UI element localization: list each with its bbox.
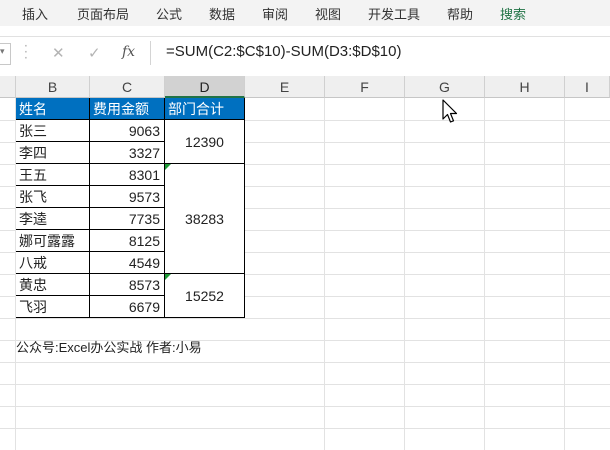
gridline	[0, 406, 610, 407]
gridline	[0, 384, 610, 385]
name-box-edge[interactable]: ▾	[0, 43, 11, 65]
header-name[interactable]: 姓名	[16, 98, 90, 120]
tab-data[interactable]: 数据	[209, 4, 235, 23]
column-header-i[interactable]: I	[565, 76, 610, 98]
column-header-stub[interactable]	[0, 76, 16, 98]
cell-dept-total[interactable]: 15252	[165, 274, 245, 318]
cell-amount[interactable]: 3327	[90, 142, 165, 164]
error-indicator-icon[interactable]	[165, 274, 171, 280]
dropdown-arrow-icon[interactable]: ▾	[0, 47, 5, 57]
tab-search[interactable]: 搜索	[500, 4, 526, 23]
tab-page-layout[interactable]: 页面布局	[77, 4, 129, 23]
insert-function-icon[interactable]: fx	[122, 44, 135, 60]
data-table: 姓名 费用金额 部门合计 张三 李四 王五 张飞 李逵 娜可露露 八戒 黄忠 飞…	[0, 98, 245, 319]
cancel-icon[interactable]: ✕	[52, 44, 65, 62]
confirm-icon[interactable]: ✓	[88, 44, 101, 62]
tab-insert[interactable]: 插入	[22, 4, 48, 23]
column-header-f[interactable]: F	[325, 76, 405, 98]
gridline	[0, 362, 610, 363]
column-header-g[interactable]: G	[405, 76, 485, 98]
cell-amount[interactable]: 6679	[90, 296, 165, 318]
formula-bar-divider	[150, 41, 151, 65]
cell-name[interactable]: 王五	[16, 164, 90, 186]
cell-name[interactable]: 张三	[16, 120, 90, 142]
cell-name[interactable]: 黄忠	[16, 274, 90, 296]
cell-name[interactable]: 张飞	[16, 186, 90, 208]
cell-amount[interactable]: 9573	[90, 186, 165, 208]
cell-dept-total[interactable]: 12390	[165, 120, 245, 164]
cell-name[interactable]: 李逵	[16, 208, 90, 230]
column-header-b[interactable]: B	[16, 76, 90, 98]
tab-help[interactable]: 帮助	[447, 4, 473, 23]
column-header-d[interactable]: D	[165, 76, 245, 98]
error-indicator-icon[interactable]	[165, 164, 171, 170]
column-header-h[interactable]: H	[485, 76, 565, 98]
cell-dept-total[interactable]: 38283	[165, 164, 245, 274]
tab-formulas[interactable]: 公式	[156, 4, 182, 23]
mouse-pointer-icon	[442, 99, 458, 123]
formula-gap	[0, 68, 610, 76]
cell-amount[interactable]: 4549	[90, 252, 165, 274]
column-header-e[interactable]: E	[245, 76, 325, 98]
cell-amount[interactable]: 8125	[90, 230, 165, 252]
cell-amount[interactable]: 8573	[90, 274, 165, 296]
formula-bar: ▾ · · · ✕ ✓ fx =SUM(C2:$C$10)-SUM(D3:$D$10…	[0, 36, 610, 70]
header-amount[interactable]: 费用金额	[90, 98, 165, 120]
ribbon-tabs: 插入 页面布局 公式 数据 审阅 视图 开发工具 帮助 搜索	[0, 0, 610, 26]
cell-name[interactable]: 八戒	[16, 252, 90, 274]
cell-name[interactable]: 娜可露露	[16, 230, 90, 252]
gridline	[0, 428, 610, 429]
cell-amount[interactable]: 7735	[90, 208, 165, 230]
formula-input[interactable]: =SUM(C2:$C$10)-SUM(D3:$D$10)	[166, 43, 402, 60]
ribbon-gap	[0, 26, 610, 36]
grip-dots-icon[interactable]: · · ·	[24, 40, 28, 64]
header-dept-total[interactable]: 部门合计	[165, 98, 245, 120]
cell-amount[interactable]: 9063	[90, 120, 165, 142]
tab-view[interactable]: 视图	[315, 4, 341, 23]
column-header-c[interactable]: C	[90, 76, 165, 98]
tab-review[interactable]: 审阅	[262, 4, 288, 23]
tab-developer[interactable]: 开发工具	[368, 4, 420, 23]
footer-note: 公众号:Excel办公实战 作者:小易	[16, 340, 202, 355]
cell-amount[interactable]: 8301	[90, 164, 165, 186]
cell-name[interactable]: 飞羽	[16, 296, 90, 318]
cell-name[interactable]: 李四	[16, 142, 90, 164]
